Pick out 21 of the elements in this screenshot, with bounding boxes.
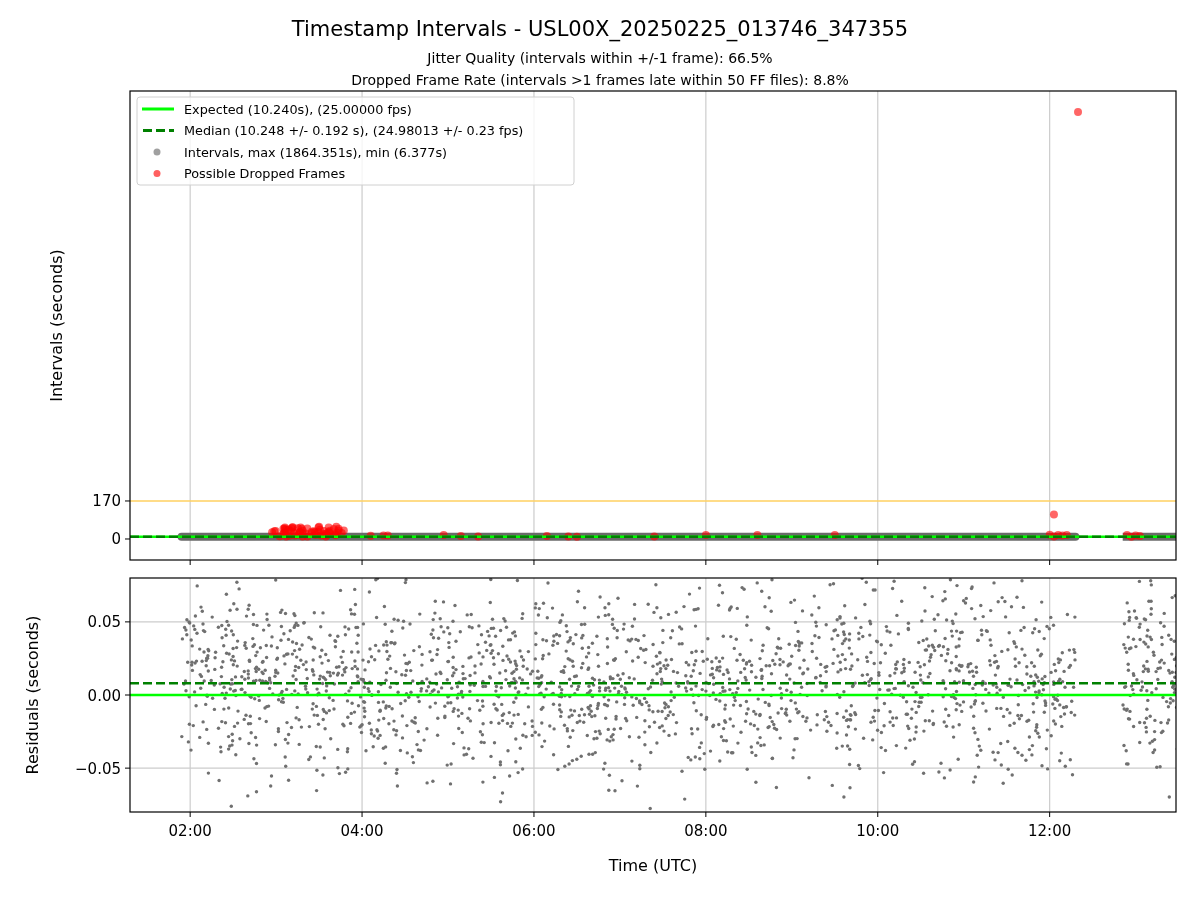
x-tick-label: 06:00 (512, 822, 556, 840)
x-tick-label: 10:00 (856, 822, 900, 840)
legend-label: Median (10.248 +/- 0.192 s), (24.98013 +/- 0.23 fps) (184, 123, 524, 138)
x-tick-label: 04:00 (340, 822, 384, 840)
figure-subtitle: Dropped Frame Rate (intervals >1 frames late within 50 FF files): 8.8% (351, 72, 849, 88)
x-axis-label: Time (UTC) (608, 856, 698, 875)
y-tick-label: −0.05 (75, 759, 121, 778)
y-tick-label: 170 (92, 492, 121, 511)
y-axis-label: Residuals (seconds) (23, 615, 42, 775)
legend-label: Expected (10.240s), (25.00000 fps) (184, 101, 412, 117)
y-axis-label: Intervals (seconds) (47, 249, 66, 402)
figure-title: Timestamp Intervals - USL00X_20250225_013746_347355 (291, 17, 909, 41)
x-tick-label: 08:00 (684, 822, 728, 840)
x-tick-label: 12:00 (1028, 822, 1072, 840)
y-tick-label: 0.00 (87, 686, 121, 705)
legend-label: Intervals, max (1864.351s), min (6.377s) (184, 144, 448, 160)
x-tick-label: 02:00 (168, 822, 212, 840)
legend-label: Possible Dropped Frames (184, 166, 346, 181)
y-tick-label: 0 (111, 530, 121, 549)
figure-subtitle: Jitter Quality (intervals within +/-1 frame): 66.5% (427, 50, 773, 66)
y-tick-label: 0.05 (87, 613, 121, 632)
